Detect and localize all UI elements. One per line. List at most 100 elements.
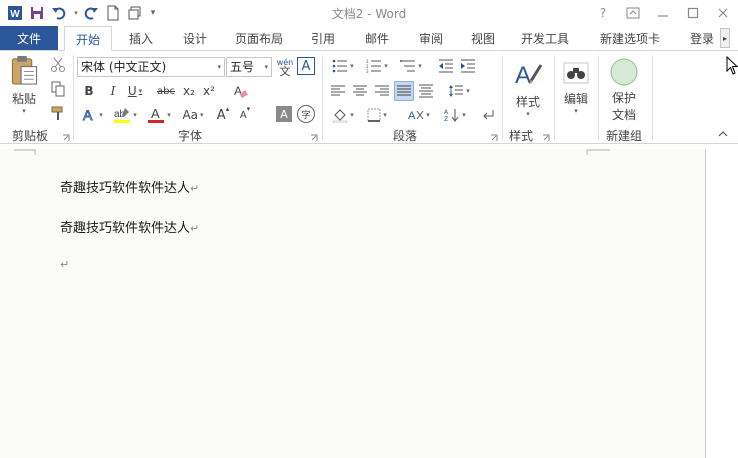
chinese-layout-dropdown-icon: ▾ (426, 111, 430, 119)
sort-icon[interactable]: A Z ▾ (440, 105, 470, 125)
clear-formatting-icon[interactable]: A (230, 81, 250, 101)
shading-icon[interactable]: ▾ (328, 105, 358, 125)
character-shading-glyph: A (280, 107, 288, 121)
tab-developer[interactable]: 开发工具 (514, 26, 576, 50)
clipboard-dialog-launcher-icon[interactable] (62, 131, 70, 141)
copy-icon[interactable] (48, 79, 68, 99)
separator (502, 55, 503, 141)
document-paragraph[interactable]: 奇趣技巧软件软件达人↵ (60, 177, 199, 196)
paragraph-mark: ↵ (60, 258, 70, 271)
login-link[interactable]: 登录 (682, 26, 722, 50)
clipboard-group-label: 剪贴板 (11, 129, 48, 143)
ribbon-display-options-button[interactable] (618, 0, 648, 26)
align-center-icon[interactable] (350, 81, 370, 101)
styles-icon: A (515, 62, 543, 89)
styles-dialog-launcher-icon[interactable] (542, 131, 550, 141)
help-button[interactable]: ? (588, 0, 618, 26)
strikethrough-glyph: abc (157, 85, 175, 97)
phonetic-guide-button[interactable]: wén 文 (275, 55, 295, 79)
italic-button[interactable]: I (104, 81, 122, 101)
align-right-icon[interactable] (372, 81, 392, 101)
styles-button[interactable]: A 样式 ▾ (508, 55, 548, 121)
change-case-button[interactable]: Aa ▾ (178, 105, 208, 125)
tab-review[interactable]: 审阅 (408, 26, 454, 50)
chinese-layout-icon[interactable]: A ▾ (404, 105, 434, 125)
tab-references[interactable]: 引用 (300, 26, 346, 50)
editing-button[interactable]: 编辑 ▾ (558, 55, 594, 121)
numbering-icon[interactable]: 1 2 3 ▾ (362, 57, 392, 75)
close-button[interactable] (708, 0, 738, 26)
underline-button[interactable]: U ▾ (124, 81, 146, 101)
tab-view[interactable]: 视图 (460, 26, 506, 50)
font-dialog-launcher-icon[interactable] (310, 131, 318, 141)
increase-indent-icon[interactable] (458, 57, 478, 75)
text-effects-icon[interactable]: A ▾ (80, 105, 104, 125)
protect-document-label-line2: 文档 (611, 108, 636, 122)
show-formatting-marks-icon[interactable] (478, 105, 498, 125)
tab-mailings[interactable]: 邮件 (354, 26, 400, 50)
enclose-characters-glyph: 字 (301, 110, 311, 121)
change-case-dropdown-icon: ▾ (200, 111, 204, 119)
font-name-combobox[interactable]: 宋体 (中文正文) ▾ (77, 57, 225, 77)
line-spacing-icon[interactable]: ▾ (444, 81, 474, 101)
paragraph-mark: ↵ (190, 182, 200, 195)
shrink-font-arrow: ▾ (246, 105, 251, 113)
separator (322, 55, 323, 141)
font-color-dropdown-icon: ▾ (167, 111, 171, 119)
subscript-button[interactable]: x₂ (180, 81, 198, 101)
separator (652, 55, 653, 141)
strikethrough-button[interactable]: abc (154, 81, 178, 101)
character-border-button[interactable]: A (297, 57, 315, 75)
highlight-color-button[interactable]: ab ▾ (110, 105, 140, 125)
distributed-icon[interactable] (416, 81, 436, 101)
multilevel-dropdown-icon: ▾ (418, 62, 422, 70)
maximize-button[interactable] (678, 0, 708, 26)
tab-design[interactable]: 设计 (172, 26, 218, 50)
paragraph-text: 奇趣技巧软件软件达人 (60, 181, 191, 196)
format-painter-icon[interactable] (48, 103, 68, 123)
shrink-font-button[interactable]: A ▾ (236, 105, 254, 125)
collapse-ribbon-icon[interactable] (716, 127, 730, 141)
justify-icon[interactable] (394, 81, 414, 101)
decrease-indent-icon[interactable] (436, 57, 456, 75)
highlighter-icon: ab (114, 108, 131, 123)
tab-home[interactable]: 开始 (64, 26, 112, 51)
paragraph-dialog-launcher-icon[interactable] (490, 131, 498, 141)
document-page[interactable]: 奇趣技巧软件软件达人↵ 奇趣技巧软件软件达人↵ ↵ (0, 149, 706, 458)
superscript-button[interactable]: x² (200, 81, 218, 101)
grow-font-button[interactable]: A ▴ (214, 105, 232, 125)
tab-page-layout[interactable]: 页面布局 (228, 26, 290, 50)
document-paragraph[interactable]: 奇趣技巧软件软件达人↵ (60, 217, 199, 236)
paste-button[interactable]: 粘贴 ▾ (6, 55, 42, 115)
paragraph-mark: ↵ (190, 222, 200, 235)
separator (598, 55, 599, 141)
borders-icon[interactable]: ▾ (362, 105, 392, 125)
svg-text:A: A (151, 106, 160, 121)
align-left-icon[interactable] (328, 81, 348, 101)
tab-insert[interactable]: 插入 (118, 26, 164, 50)
new-group-label: 新建组 (605, 129, 642, 143)
minimize-button[interactable] (648, 0, 678, 26)
font-size-combobox[interactable]: 五号 ▾ (226, 57, 272, 77)
tab-scroll-button[interactable]: ▸ (720, 28, 730, 48)
margin-corner-top-right (586, 149, 610, 155)
tab-new-tab[interactable]: 新建选项卡 (592, 26, 668, 50)
enclose-characters-button[interactable]: 字 (297, 105, 315, 123)
styles-button-label: 样式 (515, 94, 540, 109)
tab-file[interactable]: 文件 (0, 26, 58, 50)
text-effects-dropdown-icon: ▾ (99, 111, 103, 119)
highlight-dropdown-icon: ▾ (133, 111, 137, 119)
paragraph-group-label: 段落 (392, 129, 417, 143)
cut-icon[interactable] (48, 55, 68, 75)
grow-font-glyph: A (216, 107, 226, 123)
bullets-icon[interactable]: ▾ (328, 57, 358, 75)
borders-dropdown-icon: ▾ (383, 111, 387, 119)
bold-button[interactable]: B (80, 81, 98, 101)
font-color-button[interactable]: A ▾ (144, 105, 174, 125)
multilevel-list-icon[interactable]: ▾ (396, 57, 426, 75)
document-paragraph[interactable]: ↵ (60, 257, 69, 272)
subscript-glyph: x₂ (183, 84, 195, 98)
styles-group-label: 样式 (508, 129, 533, 143)
protect-document-button[interactable]: 保护 文档 (602, 57, 646, 123)
character-shading-button[interactable]: A (276, 106, 292, 122)
